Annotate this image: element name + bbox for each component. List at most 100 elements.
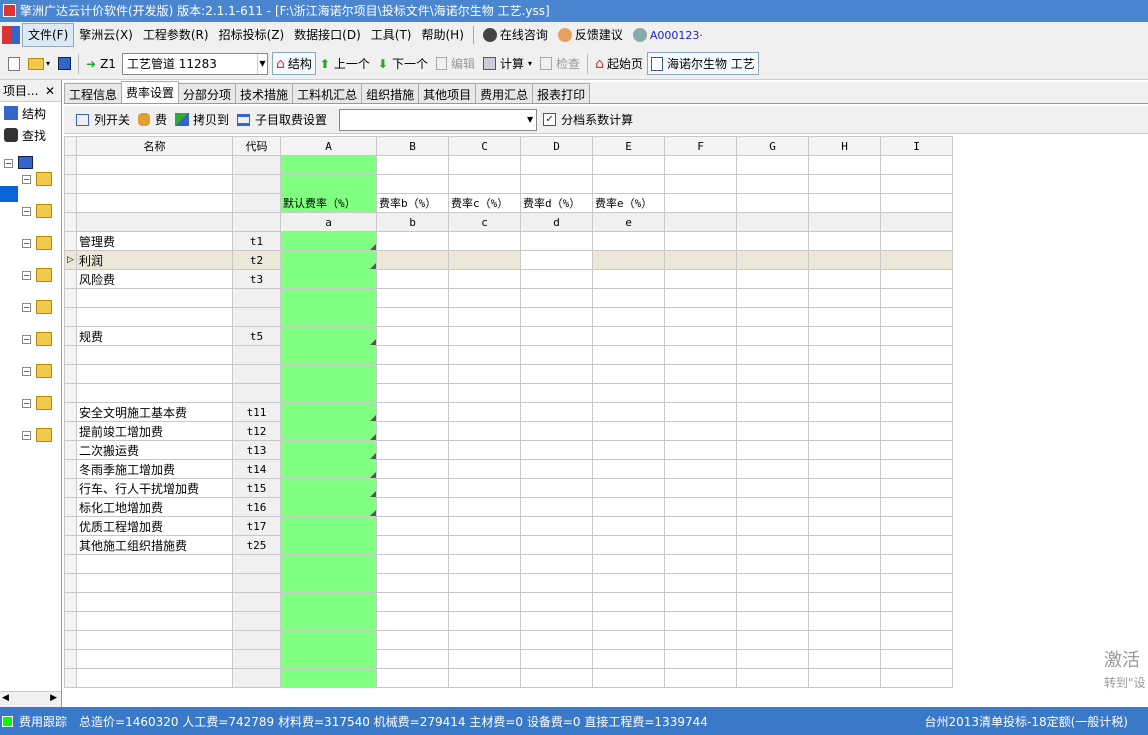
table-cell[interactable] — [736, 611, 809, 631]
table-cell[interactable] — [76, 554, 233, 574]
fee-name-cell[interactable]: 管理费 — [76, 231, 233, 251]
horizontal-scrollbar[interactable]: ◀ ▶ — [0, 691, 61, 707]
rate-a-cell[interactable] — [280, 440, 377, 460]
collapse-toggle[interactable]: − — [22, 399, 31, 408]
tree-node[interactable]: − — [22, 300, 56, 316]
fee-name-cell[interactable]: 规费 — [76, 326, 233, 346]
rate-header[interactable]: 默认费率（%） — [280, 193, 377, 213]
fee-name-cell[interactable] — [76, 288, 233, 308]
fee-name-cell[interactable] — [76, 383, 233, 403]
open-file-button[interactable]: ▾ — [24, 56, 54, 72]
table-cell[interactable] — [592, 554, 665, 574]
fee-code-cell[interactable]: t13 — [232, 440, 281, 460]
table-cell[interactable] — [592, 459, 665, 479]
table-cell[interactable] — [376, 611, 449, 631]
table-cell[interactable] — [280, 611, 377, 631]
table-cell[interactable] — [736, 668, 809, 688]
table-cell[interactable] — [664, 421, 737, 441]
table-cell[interactable] — [664, 231, 737, 251]
table-cell[interactable] — [376, 630, 449, 650]
table-cell[interactable] — [280, 554, 377, 574]
table-cell[interactable] — [592, 516, 665, 536]
table-cell[interactable] — [664, 611, 737, 631]
fee-code-cell[interactable] — [232, 345, 281, 365]
rate-header[interactable]: 费率b（%） — [376, 193, 449, 213]
table-cell[interactable] — [736, 383, 809, 403]
table-cell[interactable] — [592, 174, 665, 194]
table-cell[interactable] — [880, 554, 953, 574]
tab-technical-measures[interactable]: 技术措施 — [235, 83, 294, 103]
table-cell[interactable] — [664, 250, 737, 270]
online-consult-button[interactable]: 在线咨询 — [478, 24, 553, 46]
table-cell[interactable] — [592, 383, 665, 403]
table-cell[interactable] — [664, 155, 737, 175]
table-cell[interactable] — [664, 554, 737, 574]
row-header[interactable] — [64, 193, 77, 213]
table-cell[interactable] — [520, 307, 593, 327]
table-cell[interactable] — [808, 231, 881, 251]
table-cell[interactable] — [808, 402, 881, 422]
table-cell[interactable] — [520, 155, 593, 175]
table-cell[interactable] — [232, 668, 281, 688]
table-cell[interactable] — [280, 649, 377, 669]
table-cell[interactable] — [520, 174, 593, 194]
tree-node[interactable]: − — [22, 364, 56, 380]
app-menu-icon[interactable] — [2, 26, 20, 44]
table-cell[interactable] — [808, 649, 881, 669]
table-cell[interactable] — [664, 364, 737, 384]
table-cell[interactable] — [808, 326, 881, 346]
table-cell[interactable] — [376, 668, 449, 688]
table-cell[interactable] — [520, 421, 593, 441]
table-cell[interactable] — [376, 307, 449, 327]
table-cell[interactable] — [376, 383, 449, 403]
table-cell[interactable] — [448, 269, 521, 289]
tab-report-print[interactable]: 报表打印 — [532, 83, 591, 103]
menu-file[interactable]: 文件(F) — [22, 23, 75, 47]
table-cell[interactable] — [448, 250, 521, 270]
table-cell[interactable] — [76, 155, 233, 175]
table-cell[interactable] — [808, 516, 881, 536]
table-cell[interactable] — [520, 250, 593, 270]
table-cell[interactable] — [592, 345, 665, 365]
table-cell[interactable] — [736, 402, 809, 422]
table-cell[interactable] — [664, 478, 737, 498]
table-cell[interactable] — [520, 649, 593, 669]
tiered-coefficient-checkbox[interactable]: ✓ — [543, 113, 557, 126]
table-cell[interactable] — [808, 307, 881, 327]
rate-code[interactable]: d — [520, 212, 593, 232]
rate-a-cell[interactable] — [280, 345, 377, 365]
table-cell[interactable] — [448, 364, 521, 384]
rate-code[interactable]: a — [280, 212, 377, 232]
row-header[interactable] — [64, 611, 77, 631]
table-cell[interactable] — [808, 478, 881, 498]
table-cell[interactable] — [376, 364, 449, 384]
table-cell[interactable] — [376, 573, 449, 593]
table-cell[interactable] — [808, 288, 881, 308]
row-header[interactable] — [64, 288, 77, 308]
table-cell[interactable] — [448, 288, 521, 308]
table-cell[interactable] — [520, 535, 593, 555]
table-cell[interactable] — [880, 345, 953, 365]
fee-name-cell[interactable]: 标化工地增加费 — [76, 497, 233, 517]
prev-button[interactable]: ⬆ 上一个 — [316, 53, 374, 74]
table-cell[interactable] — [448, 402, 521, 422]
collapse-toggle[interactable]: − — [22, 303, 31, 312]
table-cell[interactable] — [880, 193, 953, 213]
table-cell[interactable] — [520, 440, 593, 460]
rate-a-cell[interactable] — [280, 231, 377, 251]
collapse-toggle[interactable]: − — [22, 431, 31, 440]
table-cell[interactable] — [520, 269, 593, 289]
table-cell[interactable] — [520, 364, 593, 384]
table-cell[interactable] — [76, 174, 233, 194]
row-header[interactable] — [64, 307, 77, 327]
table-cell[interactable] — [736, 573, 809, 593]
fee-code-cell[interactable]: t14 — [232, 459, 281, 479]
table-cell[interactable] — [592, 307, 665, 327]
fee-code-cell[interactable]: t2 — [232, 250, 281, 270]
table-cell[interactable] — [232, 554, 281, 574]
table-cell[interactable] — [76, 193, 233, 213]
tab-fee-rate[interactable]: 费率设置 — [121, 81, 180, 103]
tab-labor-material-summary[interactable]: 工料机汇总 — [292, 83, 363, 103]
table-cell[interactable] — [376, 402, 449, 422]
table-cell[interactable] — [592, 668, 665, 688]
